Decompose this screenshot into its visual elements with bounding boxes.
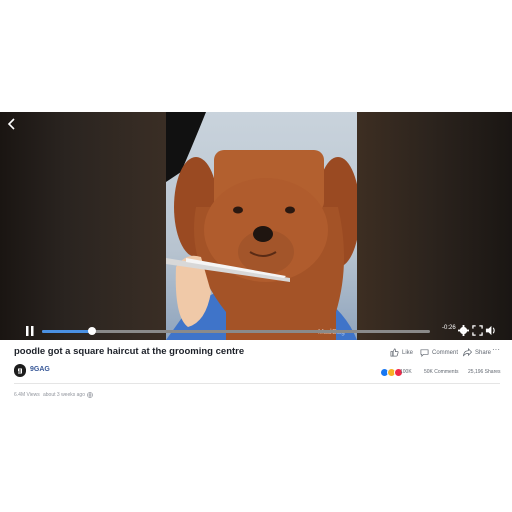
- video-blur-left: [0, 112, 166, 340]
- video-player[interactable]: MadGag -0:26: [0, 112, 512, 340]
- avatar[interactable]: [14, 364, 26, 377]
- more-options-icon[interactable]: ···: [492, 345, 500, 354]
- like-button[interactable]: Like: [390, 348, 413, 357]
- page-name[interactable]: 9GAG: [30, 366, 50, 373]
- like-label: Like: [402, 349, 414, 356]
- settings-icon[interactable]: [458, 325, 469, 336]
- pause-icon[interactable]: [26, 326, 34, 336]
- progress-bar[interactable]: [42, 327, 430, 335]
- view-count: 6.4M Views: [14, 392, 40, 398]
- video-frame: MadGag: [166, 112, 357, 340]
- comment-count[interactable]: 50K Comments: [424, 369, 458, 375]
- volume-icon[interactable]: [485, 325, 496, 336]
- comment-icon: [420, 349, 429, 357]
- video-controls: -0:26: [0, 322, 512, 340]
- share-button[interactable]: Share: [463, 348, 491, 357]
- time-remaining: -0:26: [442, 325, 456, 331]
- fullscreen-icon[interactable]: [472, 325, 483, 336]
- poodle-illustration: MadGag: [166, 112, 357, 340]
- share-count[interactable]: 25,196 Shares: [468, 369, 501, 375]
- divider: [14, 383, 500, 384]
- post-time[interactable]: about 3 weeks ago: [43, 392, 85, 398]
- progress-fill: [42, 330, 93, 333]
- globe-icon: [87, 392, 93, 398]
- post-title: poodle got a square haircut at the groom…: [14, 346, 245, 357]
- share-label: Share: [475, 349, 492, 356]
- 9gag-logo-icon: [14, 365, 26, 377]
- comment-button[interactable]: Comment: [420, 348, 458, 357]
- video-blur-right: [357, 112, 512, 340]
- back-icon[interactable]: [4, 116, 20, 132]
- progress-handle[interactable]: [88, 327, 97, 335]
- share-icon: [463, 348, 472, 357]
- comment-label: Comment: [432, 349, 459, 356]
- reaction-count[interactable]: 100K: [400, 369, 412, 375]
- thumbs-up-icon: [390, 348, 399, 357]
